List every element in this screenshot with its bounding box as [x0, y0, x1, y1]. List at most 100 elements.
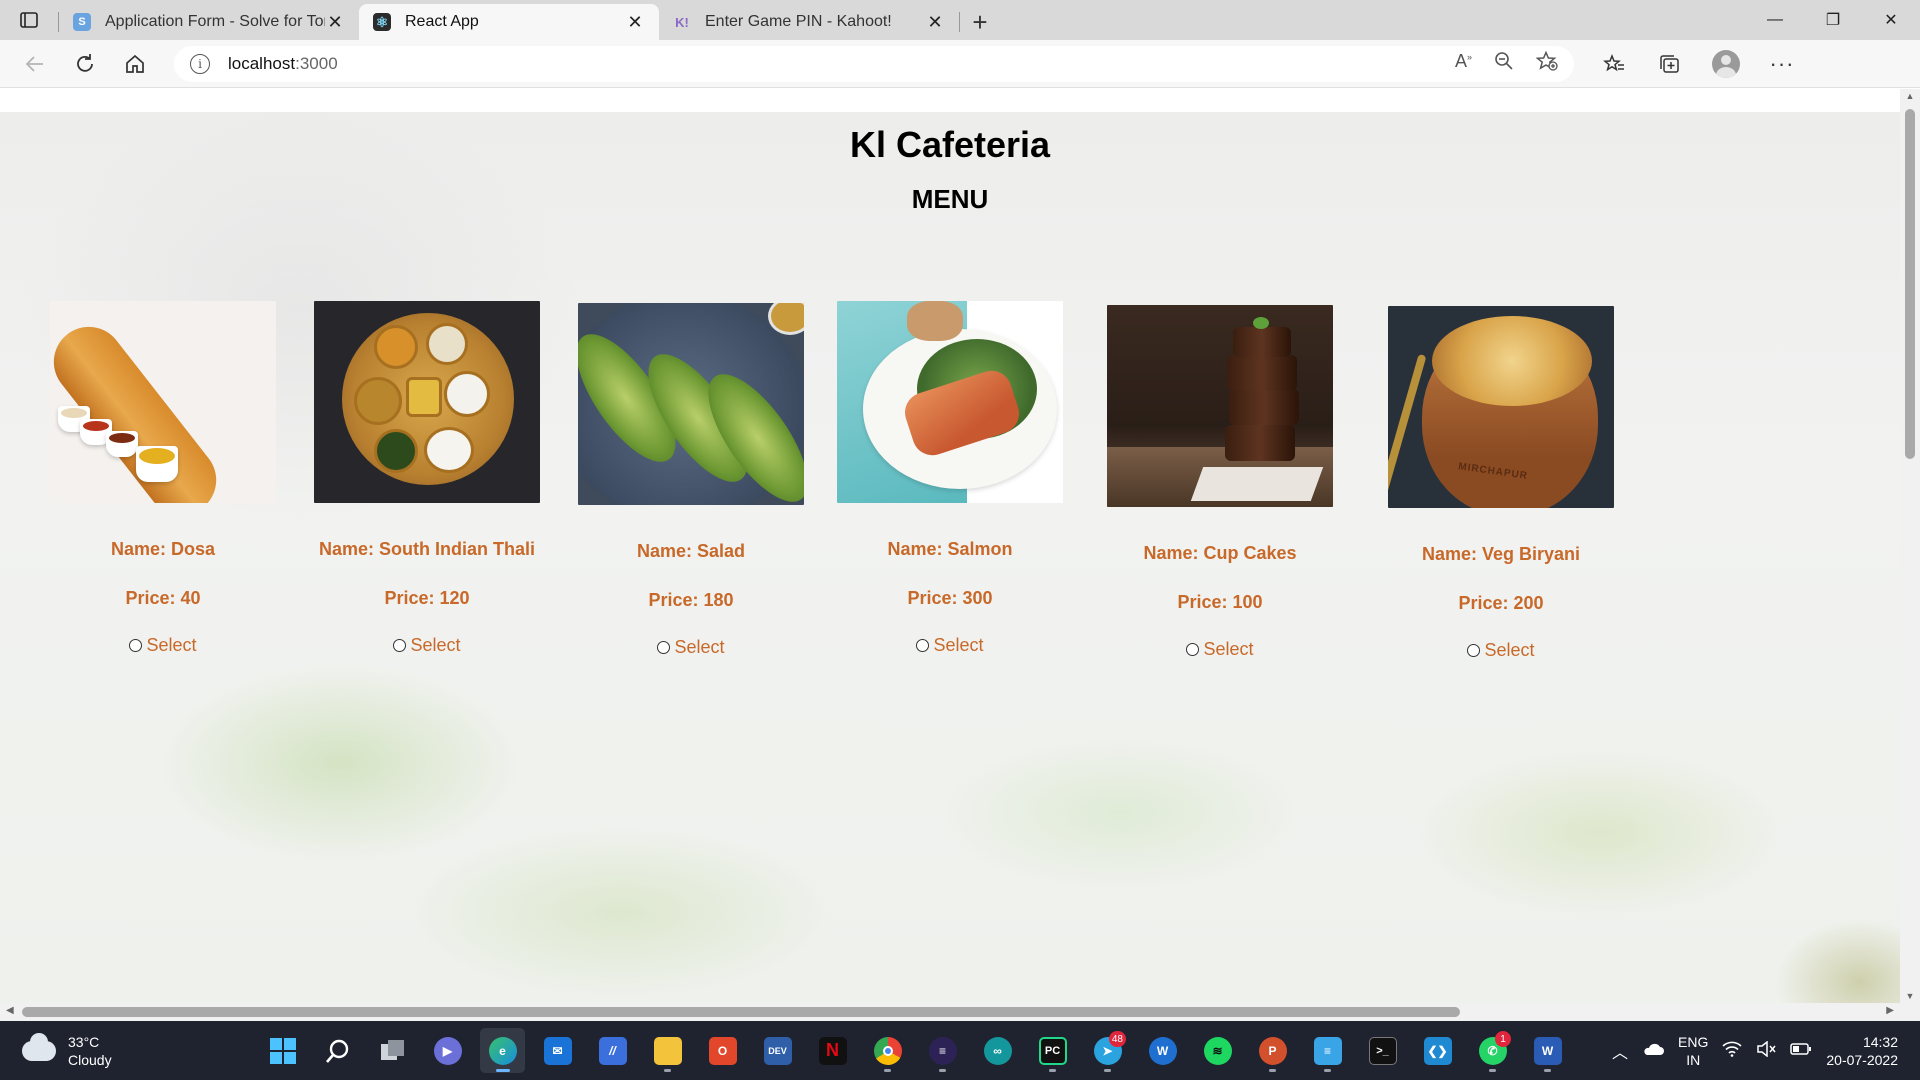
word-icon: W: [1533, 1036, 1562, 1065]
settings-more-button[interactable]: ···: [1754, 51, 1810, 77]
scroll-down-icon[interactable]: ▼: [1900, 991, 1920, 1001]
address-bar-actions: A»: [1455, 50, 1558, 76]
windows-start-button[interactable]: [260, 1028, 305, 1073]
refresh-button[interactable]: [60, 44, 110, 84]
horizontal-scroll-thumb[interactable]: [22, 1007, 1460, 1017]
site-info-icon[interactable]: i: [190, 53, 210, 74]
vertical-scroll-thumb[interactable]: [1905, 109, 1915, 459]
radio-button[interactable]: [1186, 643, 1200, 656]
select-radio[interactable]: Select: [129, 635, 197, 656]
teams-chat-icon: ▶: [433, 1036, 462, 1065]
zoom-out-icon[interactable]: [1494, 51, 1514, 76]
item-name: Name: Dosa: [110, 539, 216, 559]
home-button[interactable]: [110, 44, 160, 84]
language-indicator[interactable]: ENG IN: [1678, 1033, 1708, 1069]
mail-button[interactable]: ✉: [535, 1028, 580, 1073]
eclipse-button[interactable]: ≡: [920, 1028, 965, 1073]
refresh-icon: [77, 53, 93, 72]
favorites-button[interactable]: [1586, 53, 1642, 74]
home-icon: [126, 54, 144, 73]
pycharm-button[interactable]: PC: [1030, 1028, 1075, 1073]
item-price: Price: 300: [907, 588, 993, 608]
dev-c-button[interactable]: DEV: [755, 1028, 800, 1073]
office-icon: O: [708, 1036, 737, 1065]
toolbar-right: ···: [1586, 49, 1810, 78]
tab-application-form[interactable]: S Application Form - Solve for Tomorrow …: [59, 4, 359, 40]
webex-button[interactable]: W: [1140, 1028, 1185, 1073]
search-button[interactable]: [315, 1028, 360, 1073]
new-tab-button[interactable]: +: [960, 4, 1000, 40]
collections-button[interactable]: [1642, 54, 1698, 74]
webex-icon: W: [1148, 1036, 1177, 1065]
weather-widget[interactable]: 33°C Cloudy: [0, 1032, 260, 1069]
volume-muted-icon[interactable]: [1756, 1040, 1776, 1060]
add-favorite-icon[interactable]: [1535, 50, 1558, 76]
radio-button[interactable]: [129, 639, 143, 652]
close-window-button[interactable]: ✕: [1862, 0, 1920, 40]
close-tab-icon[interactable]: ✕: [925, 12, 945, 33]
wifi-icon[interactable]: [1722, 1041, 1742, 1060]
read-aloud-icon[interactable]: A»: [1455, 51, 1472, 76]
scroll-right-icon[interactable]: ▶: [1886, 1005, 1894, 1016]
radio-button[interactable]: [916, 639, 930, 652]
scroll-up-icon[interactable]: ▲: [1900, 91, 1920, 101]
eclipse-icon: ≡: [928, 1036, 957, 1065]
menu-heading: MENU: [911, 184, 989, 214]
netflix-button[interactable]: N: [810, 1028, 855, 1073]
item-name: Name: South Indian Thali: [318, 539, 535, 559]
close-tab-icon[interactable]: ✕: [625, 12, 645, 33]
url-text[interactable]: localhost:3000: [228, 54, 338, 74]
edge-taskbar-button[interactable]: e: [480, 1028, 525, 1073]
show-hidden-icons-icon[interactable]: ︿: [1612, 1039, 1628, 1063]
item-price: Price: 200: [1458, 593, 1544, 613]
select-radio[interactable]: Select: [1186, 639, 1254, 660]
address-bar[interactable]: i localhost:3000 A»: [174, 45, 1574, 82]
vertical-scrollbar[interactable]: ▲ ▼: [1900, 89, 1920, 1003]
telegram-button[interactable]: ➤ 48: [1085, 1028, 1130, 1073]
select-label: Select: [1203, 639, 1254, 659]
tab-react-app[interactable]: ⚛ React App ✕: [359, 4, 659, 40]
vscode-insiders-button[interactable]: //: [590, 1028, 635, 1073]
onedrive-cloud-icon[interactable]: [1642, 1042, 1665, 1059]
select-radio[interactable]: Select: [393, 635, 461, 656]
battery-icon[interactable]: [1790, 1042, 1812, 1059]
window-controls: — ❐ ✕: [1746, 0, 1920, 40]
tab-actions-button[interactable]: [0, 0, 58, 40]
minimize-button[interactable]: —: [1746, 0, 1804, 40]
close-tab-icon[interactable]: ✕: [325, 12, 345, 33]
office-button[interactable]: O: [700, 1028, 745, 1073]
select-radio[interactable]: Select: [657, 637, 725, 658]
menu-item-south-indian-thali: Name: South Indian Thali Price: 120 Sele…: [314, 301, 540, 657]
select-radio[interactable]: Select: [1467, 640, 1535, 661]
system-tray: ︿ ENG IN 14:32 20-07-2022: [1612, 1033, 1920, 1069]
scroll-left-icon[interactable]: ◀: [6, 1005, 14, 1016]
select-label: Select: [674, 637, 725, 657]
notepad-button[interactable]: ≡: [1305, 1028, 1350, 1073]
radio-button[interactable]: [657, 641, 671, 654]
clock[interactable]: 14:32 20-07-2022: [1826, 1033, 1898, 1069]
select-radio[interactable]: Select: [916, 635, 984, 656]
file-explorer-button[interactable]: [645, 1028, 690, 1073]
page-title: Kl Cafeteria: [849, 124, 1051, 165]
word-button[interactable]: W: [1525, 1028, 1570, 1073]
menu-item-dosa: Name: Dosa Price: 40 Select: [50, 301, 276, 657]
profile-button[interactable]: [1698, 49, 1754, 78]
terminal-button[interactable]: >_: [1360, 1028, 1405, 1073]
spotify-button[interactable]: ≋: [1195, 1028, 1240, 1073]
windows-taskbar: 33°C Cloudy ▶ e ✉ // O DEV N ≡ ∞ PC ➤ 48 …: [0, 1021, 1920, 1080]
cloudy-weather-icon: [22, 1032, 56, 1061]
item-name: Name: Salmon: [887, 539, 1013, 559]
radio-button[interactable]: [1467, 644, 1481, 657]
tab-kahoot[interactable]: K! Enter Game PIN - Kahoot! ✕: [659, 4, 959, 40]
teams-chat-button[interactable]: ▶: [425, 1028, 470, 1073]
vscode-button[interactable]: ❮❯: [1415, 1028, 1460, 1073]
task-view-button[interactable]: [370, 1028, 415, 1073]
arduino-button[interactable]: ∞: [975, 1028, 1020, 1073]
chrome-button[interactable]: [865, 1028, 910, 1073]
powerpoint-button[interactable]: P: [1250, 1028, 1295, 1073]
restore-button[interactable]: ❐: [1804, 0, 1862, 40]
radio-button[interactable]: [393, 639, 407, 652]
whatsapp-button[interactable]: ✆ 1: [1470, 1028, 1515, 1073]
back-button[interactable]: [10, 44, 60, 84]
horizontal-scrollbar[interactable]: ◀ ▶: [0, 1003, 1900, 1021]
